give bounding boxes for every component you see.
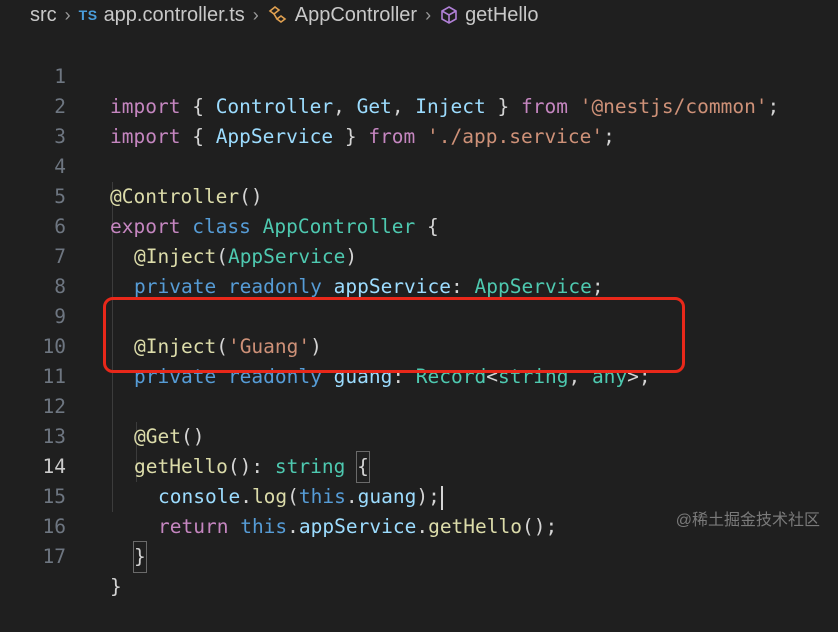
code-line: 13 getHello(): string { <box>0 392 838 483</box>
chevron-right-icon: › <box>425 4 432 25</box>
code-line: 7 private readonly appService: AppServic… <box>0 212 838 298</box>
code-line: 2 import { AppService } from './app.serv… <box>0 62 838 148</box>
method-symbol-icon <box>439 5 459 25</box>
highlight-annotation-box <box>103 297 685 373</box>
code-line: 3 <box>0 92 838 148</box>
breadcrumb-file[interactable]: app.controller.ts <box>104 4 245 27</box>
code-line: 5 export class AppController { <box>0 152 838 238</box>
chevron-right-icon: › <box>252 4 259 25</box>
line-number: 17 <box>42 545 66 568</box>
code-line-active: 14 console.log(this.guang); <box>0 422 838 510</box>
chevron-right-icon: › <box>64 4 71 25</box>
breadcrumb-src[interactable]: src <box>30 4 57 27</box>
code-line: 1 import { Controller, Get, Inject } fro… <box>0 32 838 118</box>
code-editor[interactable]: 1 import { Controller, Get, Inject } fro… <box>0 32 838 598</box>
breadcrumb-class[interactable]: AppController <box>295 4 417 27</box>
class-symbol-icon <box>267 5 289 25</box>
watermark: @稀土掘金技术社区 <box>675 512 820 529</box>
matching-brace: } <box>133 541 147 573</box>
token: } <box>110 575 122 598</box>
code-line: 6 @Inject(AppService) <box>0 182 838 268</box>
breadcrumb-method[interactable]: getHello <box>465 4 538 27</box>
code-line: 4 @Controller() <box>0 122 838 208</box>
code-line: 8 <box>0 242 838 298</box>
code-line: 15 return this.appService.getHello(); <box>0 452 838 538</box>
typescript-file-icon: TS <box>78 7 98 23</box>
breadcrumb: src › TS app.controller.ts › AppControll… <box>0 0 838 30</box>
